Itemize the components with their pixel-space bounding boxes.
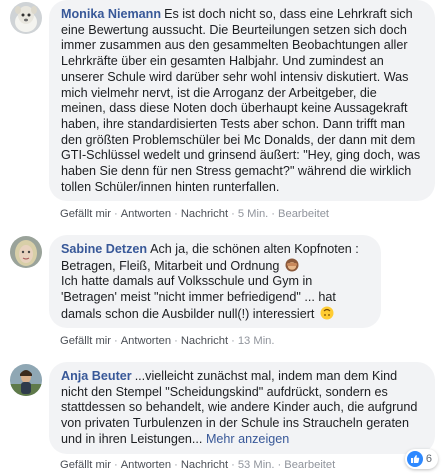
timestamp[interactable]: 13 Min.: [238, 335, 275, 347]
author-name[interactable]: Sabine Detzen: [61, 242, 147, 256]
reaction-count-badge[interactable]: 6: [404, 449, 438, 469]
timestamp[interactable]: 53 Min.: [238, 459, 275, 471]
reply-link[interactable]: Antworten: [121, 208, 171, 220]
author-name[interactable]: Anja Beuter: [61, 369, 132, 383]
reply-link[interactable]: Antworten: [121, 335, 171, 347]
comment-bubble: Monika Niemann Es ist doch nicht so, dass…: [49, 0, 435, 201]
edited-label[interactable]: Bearbeitet: [278, 208, 329, 220]
upside-down-face-icon: [320, 306, 334, 320]
like-link[interactable]: Gefällt mir: [60, 208, 111, 220]
message-link[interactable]: Nachricht: [181, 335, 228, 347]
message-link[interactable]: Nachricht: [181, 459, 228, 471]
comment-bubble: Anja Beuter ...vielleicht zunächst mal, i…: [49, 362, 435, 454]
comment-actions: Gefällt mir · Antworten · Nachricht · 5 Min. · B…: [60, 208, 330, 220]
see-no-evil-monkey-icon: [285, 258, 299, 272]
comment-actions: Gefällt mir · Antworten · Nachricht · 13 Min.: [60, 335, 275, 347]
message-link[interactable]: Nachricht: [181, 208, 228, 220]
edited-label[interactable]: Bearbeitet: [284, 459, 335, 471]
avatar[interactable]: [10, 236, 42, 268]
author-name[interactable]: Monika Niemann: [61, 7, 161, 21]
avatar[interactable]: [10, 2, 42, 34]
like-link[interactable]: Gefällt mir: [60, 335, 111, 347]
like-link[interactable]: Gefällt mir: [60, 459, 111, 471]
like-icon: [406, 451, 423, 467]
reaction-count: 6: [425, 453, 432, 465]
timestamp[interactable]: 5 Min.: [238, 208, 268, 220]
show-more-link[interactable]: Mehr anzeigen: [206, 432, 289, 446]
comment-actions: Gefällt mir · Antworten · Nachricht · 53 Min. ·…: [60, 459, 336, 471]
reply-link[interactable]: Antworten: [121, 459, 171, 471]
comment-text: Es ist doch nicht so, dass eine Lehrkraf…: [61, 7, 421, 194]
avatar[interactable]: [10, 364, 42, 396]
comment-bubble: Sabine Detzen Ach ja, die schönen alten K…: [49, 235, 381, 328]
comment-text-2: Ich hatte damals auf Volksschule und Gym…: [61, 274, 336, 321]
